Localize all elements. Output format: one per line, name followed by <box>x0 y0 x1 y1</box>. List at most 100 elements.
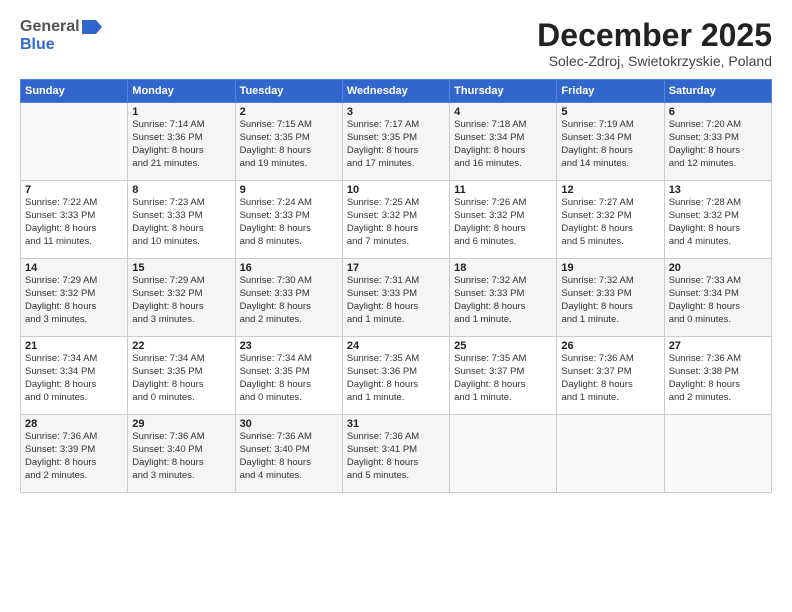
day-info: Sunrise: 7:23 AMSunset: 3:33 PMDaylight:… <box>132 197 230 248</box>
calendar-cell: 20Sunrise: 7:33 AMSunset: 3:34 PMDayligh… <box>664 259 771 337</box>
day-number: 10 <box>347 184 445 196</box>
calendar-header: SundayMondayTuesdayWednesdayThursdayFrid… <box>21 80 772 103</box>
calendar-cell: 2Sunrise: 7:15 AMSunset: 3:35 PMDaylight… <box>235 103 342 181</box>
day-info: Sunrise: 7:19 AMSunset: 3:34 PMDaylight:… <box>561 119 659 170</box>
location: Solec-Zdroj, Swietokrzyskie, Poland <box>537 53 772 69</box>
title-block: December 2025 Solec-Zdroj, Swietokrzyski… <box>537 18 772 69</box>
calendar-cell: 26Sunrise: 7:36 AMSunset: 3:37 PMDayligh… <box>557 337 664 415</box>
day-number: 4 <box>454 106 552 118</box>
calendar-table: SundayMondayTuesdayWednesdayThursdayFrid… <box>20 79 772 493</box>
day-number: 12 <box>561 184 659 196</box>
calendar-body: 1Sunrise: 7:14 AMSunset: 3:36 PMDaylight… <box>21 103 772 493</box>
calendar-week-row: 7Sunrise: 7:22 AMSunset: 3:33 PMDaylight… <box>21 181 772 259</box>
day-info: Sunrise: 7:32 AMSunset: 3:33 PMDaylight:… <box>561 275 659 326</box>
calendar-cell: 15Sunrise: 7:29 AMSunset: 3:32 PMDayligh… <box>128 259 235 337</box>
calendar-cell: 3Sunrise: 7:17 AMSunset: 3:35 PMDaylight… <box>342 103 449 181</box>
day-info: Sunrise: 7:25 AMSunset: 3:32 PMDaylight:… <box>347 197 445 248</box>
day-number: 8 <box>132 184 230 196</box>
calendar-header-cell: Saturday <box>664 80 771 103</box>
calendar-cell: 19Sunrise: 7:32 AMSunset: 3:33 PMDayligh… <box>557 259 664 337</box>
calendar-cell: 21Sunrise: 7:34 AMSunset: 3:34 PMDayligh… <box>21 337 128 415</box>
day-number: 18 <box>454 262 552 274</box>
calendar-cell: 25Sunrise: 7:35 AMSunset: 3:37 PMDayligh… <box>450 337 557 415</box>
day-number: 26 <box>561 340 659 352</box>
calendar-cell: 16Sunrise: 7:30 AMSunset: 3:33 PMDayligh… <box>235 259 342 337</box>
day-number: 15 <box>132 262 230 274</box>
day-info: Sunrise: 7:36 AMSunset: 3:40 PMDaylight:… <box>240 431 338 482</box>
day-number: 25 <box>454 340 552 352</box>
day-info: Sunrise: 7:30 AMSunset: 3:33 PMDaylight:… <box>240 275 338 326</box>
calendar-cell: 11Sunrise: 7:26 AMSunset: 3:32 PMDayligh… <box>450 181 557 259</box>
day-number: 14 <box>25 262 123 274</box>
month-title: December 2025 <box>537 18 772 53</box>
day-number: 30 <box>240 418 338 430</box>
day-info: Sunrise: 7:20 AMSunset: 3:33 PMDaylight:… <box>669 119 767 170</box>
calendar-cell: 24Sunrise: 7:35 AMSunset: 3:36 PMDayligh… <box>342 337 449 415</box>
day-info: Sunrise: 7:29 AMSunset: 3:32 PMDaylight:… <box>25 275 123 326</box>
calendar-week-row: 28Sunrise: 7:36 AMSunset: 3:39 PMDayligh… <box>21 415 772 493</box>
day-number: 13 <box>669 184 767 196</box>
day-number: 27 <box>669 340 767 352</box>
day-number: 2 <box>240 106 338 118</box>
day-info: Sunrise: 7:26 AMSunset: 3:32 PMDaylight:… <box>454 197 552 248</box>
day-info: Sunrise: 7:36 AMSunset: 3:40 PMDaylight:… <box>132 431 230 482</box>
day-info: Sunrise: 7:36 AMSunset: 3:38 PMDaylight:… <box>669 353 767 404</box>
calendar-header-cell: Wednesday <box>342 80 449 103</box>
calendar-cell: 9Sunrise: 7:24 AMSunset: 3:33 PMDaylight… <box>235 181 342 259</box>
header-row: SundayMondayTuesdayWednesdayThursdayFrid… <box>21 80 772 103</box>
calendar-cell: 22Sunrise: 7:34 AMSunset: 3:35 PMDayligh… <box>128 337 235 415</box>
day-info: Sunrise: 7:36 AMSunset: 3:37 PMDaylight:… <box>561 353 659 404</box>
day-info: Sunrise: 7:34 AMSunset: 3:35 PMDaylight:… <box>240 353 338 404</box>
calendar-cell: 14Sunrise: 7:29 AMSunset: 3:32 PMDayligh… <box>21 259 128 337</box>
calendar-cell: 28Sunrise: 7:36 AMSunset: 3:39 PMDayligh… <box>21 415 128 493</box>
day-number: 17 <box>347 262 445 274</box>
day-number: 24 <box>347 340 445 352</box>
calendar-header-cell: Monday <box>128 80 235 103</box>
day-number: 19 <box>561 262 659 274</box>
day-info: Sunrise: 7:33 AMSunset: 3:34 PMDaylight:… <box>669 275 767 326</box>
calendar-week-row: 14Sunrise: 7:29 AMSunset: 3:32 PMDayligh… <box>21 259 772 337</box>
calendar-cell: 1Sunrise: 7:14 AMSunset: 3:36 PMDaylight… <box>128 103 235 181</box>
day-info: Sunrise: 7:35 AMSunset: 3:36 PMDaylight:… <box>347 353 445 404</box>
calendar-cell: 30Sunrise: 7:36 AMSunset: 3:40 PMDayligh… <box>235 415 342 493</box>
day-number: 6 <box>669 106 767 118</box>
day-number: 16 <box>240 262 338 274</box>
logo-arrow-icon <box>82 20 102 34</box>
day-number: 3 <box>347 106 445 118</box>
day-number: 29 <box>132 418 230 430</box>
day-number: 22 <box>132 340 230 352</box>
calendar-cell <box>664 415 771 493</box>
calendar-week-row: 21Sunrise: 7:34 AMSunset: 3:34 PMDayligh… <box>21 337 772 415</box>
day-info: Sunrise: 7:14 AMSunset: 3:36 PMDaylight:… <box>132 119 230 170</box>
calendar-header-cell: Friday <box>557 80 664 103</box>
calendar-cell: 18Sunrise: 7:32 AMSunset: 3:33 PMDayligh… <box>450 259 557 337</box>
day-info: Sunrise: 7:27 AMSunset: 3:32 PMDaylight:… <box>561 197 659 248</box>
day-info: Sunrise: 7:36 AMSunset: 3:41 PMDaylight:… <box>347 431 445 482</box>
day-number: 28 <box>25 418 123 430</box>
day-info: Sunrise: 7:31 AMSunset: 3:33 PMDaylight:… <box>347 275 445 326</box>
calendar-cell: 27Sunrise: 7:36 AMSunset: 3:38 PMDayligh… <box>664 337 771 415</box>
calendar-cell <box>557 415 664 493</box>
calendar-cell: 5Sunrise: 7:19 AMSunset: 3:34 PMDaylight… <box>557 103 664 181</box>
calendar-cell: 6Sunrise: 7:20 AMSunset: 3:33 PMDaylight… <box>664 103 771 181</box>
day-info: Sunrise: 7:36 AMSunset: 3:39 PMDaylight:… <box>25 431 123 482</box>
logo-blue-text: Blue <box>20 36 55 54</box>
day-number: 23 <box>240 340 338 352</box>
calendar-header-cell: Tuesday <box>235 80 342 103</box>
calendar-cell: 17Sunrise: 7:31 AMSunset: 3:33 PMDayligh… <box>342 259 449 337</box>
day-info: Sunrise: 7:32 AMSunset: 3:33 PMDaylight:… <box>454 275 552 326</box>
day-info: Sunrise: 7:18 AMSunset: 3:34 PMDaylight:… <box>454 119 552 170</box>
day-number: 9 <box>240 184 338 196</box>
day-info: Sunrise: 7:28 AMSunset: 3:32 PMDaylight:… <box>669 197 767 248</box>
calendar-header-cell: Thursday <box>450 80 557 103</box>
day-number: 5 <box>561 106 659 118</box>
day-info: Sunrise: 7:29 AMSunset: 3:32 PMDaylight:… <box>132 275 230 326</box>
day-number: 20 <box>669 262 767 274</box>
day-info: Sunrise: 7:24 AMSunset: 3:33 PMDaylight:… <box>240 197 338 248</box>
calendar-week-row: 1Sunrise: 7:14 AMSunset: 3:36 PMDaylight… <box>21 103 772 181</box>
calendar-cell: 12Sunrise: 7:27 AMSunset: 3:32 PMDayligh… <box>557 181 664 259</box>
logo: General Blue <box>20 18 102 53</box>
day-info: Sunrise: 7:34 AMSunset: 3:35 PMDaylight:… <box>132 353 230 404</box>
day-info: Sunrise: 7:17 AMSunset: 3:35 PMDaylight:… <box>347 119 445 170</box>
logo-general-text: General <box>20 18 80 36</box>
